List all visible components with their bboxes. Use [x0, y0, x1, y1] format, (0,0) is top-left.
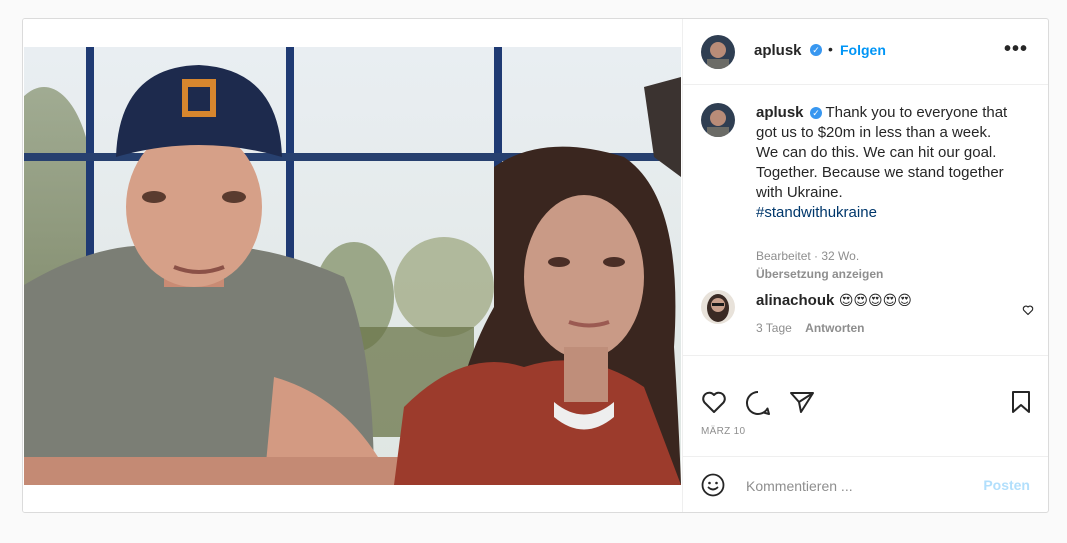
reply-button[interactable]: Antworten — [805, 321, 864, 335]
caption-hashtag[interactable]: #standwithukraine — [756, 204, 877, 221]
comment-meta: 3 Tage Antworten — [756, 321, 864, 335]
more-options-icon[interactable]: ••• — [1004, 39, 1028, 59]
follow-button[interactable]: Folgen — [840, 42, 886, 58]
edited-info: Bearbeitet · 32 Wo. — [756, 249, 860, 263]
post-card: aplusk ✓ • Folgen ••• ✓ aplusk Thank you… — [22, 18, 1049, 513]
comment-text: 😍😍😍😍😍 — [838, 292, 912, 308]
separator-dot: • — [828, 41, 833, 57]
post-header: aplusk ✓ • Folgen ••• — [683, 19, 1048, 85]
commenter-avatar[interactable] — [701, 290, 735, 324]
comment-like-heart-icon[interactable] — [1022, 303, 1034, 321]
post-date: MÄRZ 10 — [701, 426, 746, 437]
comment-icon[interactable] — [745, 390, 771, 421]
post-video[interactable] — [24, 47, 681, 485]
heart-icon[interactable] — [701, 390, 727, 419]
smiley-icon[interactable] — [701, 473, 725, 502]
bookmark-icon[interactable] — [1010, 390, 1032, 419]
comment-input[interactable] — [744, 473, 968, 499]
caption-author-avatar[interactable] — [701, 103, 735, 137]
post-comment-button[interactable]: Posten — [983, 477, 1030, 493]
author-username[interactable]: aplusk — [754, 42, 802, 59]
caption-username[interactable]: aplusk — [756, 104, 804, 121]
author-avatar[interactable] — [701, 35, 735, 69]
show-translation-link[interactable]: Übersetzung anzeigen — [756, 267, 883, 281]
post-media — [23, 19, 682, 512]
post-caption: aplusk Thank you to everyone that got us… — [756, 103, 1016, 223]
verified-badge-icon: ✓ — [810, 44, 822, 56]
video-frame-image — [24, 47, 681, 485]
caption-block: ✓ aplusk Thank you to everyone that got … — [683, 85, 1048, 285]
comment-username[interactable]: alinachouk — [756, 292, 834, 309]
paper-plane-icon[interactable] — [789, 390, 815, 419]
add-comment-bar: Posten — [683, 456, 1048, 512]
post-sidebar: aplusk ✓ • Folgen ••• ✓ aplusk Thank you… — [682, 19, 1048, 512]
comment-time: 3 Tage — [756, 321, 792, 335]
